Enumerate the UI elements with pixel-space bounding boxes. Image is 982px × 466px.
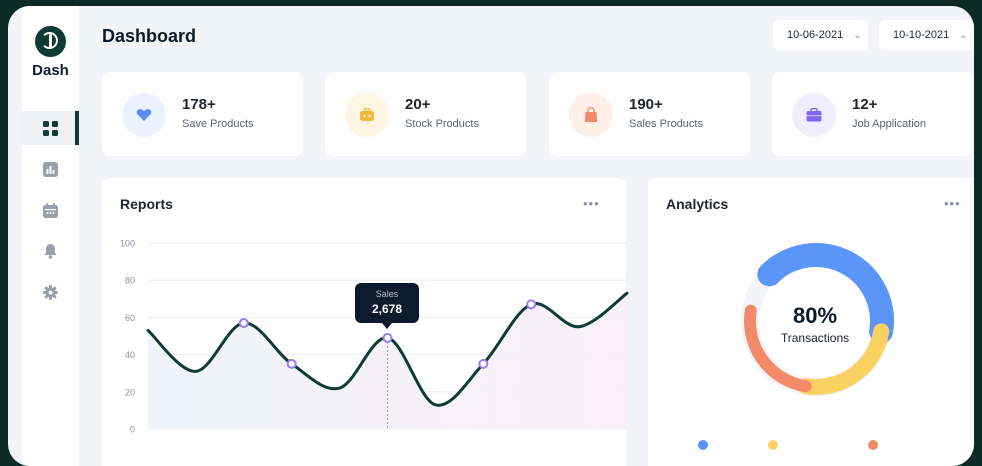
y-tick-label: 40 — [125, 350, 135, 360]
legend-dot — [868, 440, 878, 450]
donut-label: Transactions — [780, 331, 850, 345]
donut-percent: 80% — [792, 303, 838, 328]
chart-tooltip: Sales 2,678 — [355, 283, 419, 329]
y-tick-label: 80 — [125, 276, 135, 286]
chart-data-point[interactable] — [238, 317, 249, 328]
tooltip-label: Sales — [375, 289, 399, 299]
y-tick-label: 100 — [120, 239, 135, 249]
y-tick-label: 60 — [125, 313, 135, 323]
legend-dot — [768, 440, 778, 450]
analytics-panel: Analytics ••• 80% Transactions — [648, 178, 974, 466]
y-tick-label: 20 — [125, 387, 135, 397]
y-tick-label: 0 — [130, 425, 135, 435]
chart-data-point[interactable] — [286, 358, 297, 369]
legend-dot — [698, 440, 708, 450]
chart-data-point[interactable] — [478, 358, 489, 369]
tooltip-value: 2,678 — [371, 302, 403, 316]
app-window: Dash Dashboard 10-06-2021 ⌄ 10-10-2021 ⌄… — [8, 6, 974, 466]
chart-data-point[interactable] — [382, 332, 393, 343]
chart-data-point[interactable] — [526, 299, 537, 310]
